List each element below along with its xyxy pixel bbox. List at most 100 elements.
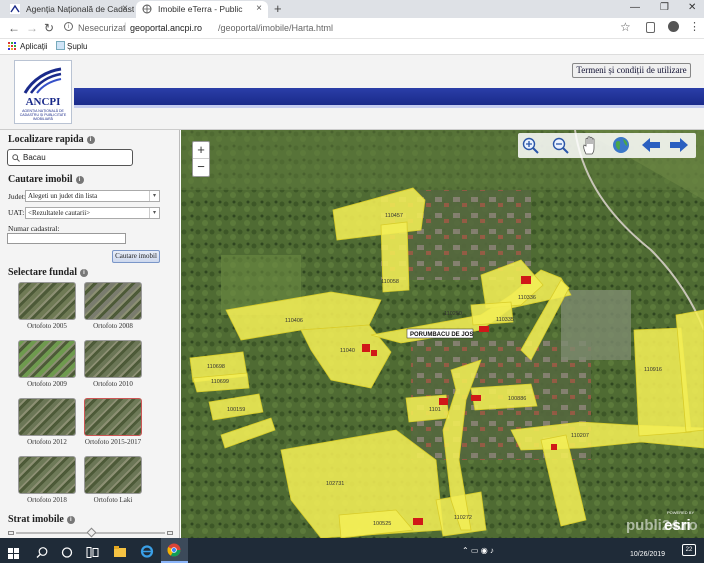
url-path: /geoportal/imobile/Harta.html bbox=[218, 23, 334, 33]
background-thumbnail[interactable] bbox=[84, 398, 142, 436]
terms-button[interactable]: Termeni și condiții de utilizare bbox=[572, 63, 691, 78]
bookmarks-bar: Aplicații Șuplu bbox=[0, 39, 704, 55]
site-header: ANCPI AGENȚIA NAȚIONALĂ DE CADASTRU ȘI P… bbox=[0, 55, 704, 130]
parcel-label-110336: 110336 bbox=[518, 295, 536, 301]
parcel-label-100525: 100525 bbox=[373, 521, 391, 527]
uat-select[interactable]: <Rezultatele cautarii> ▾ bbox=[25, 207, 160, 219]
parcel-label-1101: 1101 bbox=[429, 407, 441, 413]
windows-taskbar: ⌃ ▭ ◉ ♪ 10/26/2019 22 bbox=[0, 538, 704, 563]
next-extent-icon[interactable] bbox=[670, 138, 688, 152]
chevron-down-icon: ▾ bbox=[149, 191, 159, 201]
layer-heading: Strat imobile i bbox=[8, 514, 75, 525]
pan-hand-icon[interactable] bbox=[582, 136, 599, 155]
background-thumbnail[interactable] bbox=[18, 456, 76, 494]
ancpi-logo[interactable]: ANCPI AGENȚIA NAȚIONALĂ DE CADASTRU ȘI P… bbox=[14, 60, 72, 124]
map-view[interactable]: 110457 110058 110406 110250 110336 11033… bbox=[181, 130, 704, 538]
apps-grid-icon[interactable] bbox=[8, 42, 17, 51]
tab-ancpi[interactable]: Agenția Națională de Cadastru și × bbox=[4, 1, 134, 18]
parcel-label-110916: 110916 bbox=[644, 367, 662, 373]
address-bar[interactable]: i Nesecurizat | geoportal.ancpi.ro /geop… bbox=[64, 20, 638, 37]
layer-opacity-slider[interactable] bbox=[8, 527, 173, 538]
back-arrow-icon[interactable]: ← bbox=[8, 21, 20, 35]
cortana-icon[interactable] bbox=[61, 544, 73, 561]
parcel-label-110250: 110250 bbox=[444, 311, 462, 317]
tray-icons[interactable]: ⌃ ▭ ◉ ♪ bbox=[462, 546, 494, 555]
browser-tab-strip: Agenția Națională de Cadastru și × Imobi… bbox=[0, 0, 704, 18]
security-label: Nesecurizat bbox=[78, 23, 126, 33]
tab-title: Imobile eTerra - Public bbox=[158, 4, 243, 14]
notifications-badge[interactable]: 22 bbox=[682, 544, 696, 556]
task-view-icon[interactable] bbox=[86, 544, 99, 561]
new-tab-button[interactable]: + bbox=[274, 1, 282, 16]
zoom-out-tool-icon[interactable] bbox=[552, 137, 569, 154]
maximize-icon[interactable]: ❐ bbox=[660, 2, 669, 13]
zoom-out-button[interactable]: − bbox=[193, 159, 209, 176]
minimize-icon[interactable]: — bbox=[630, 2, 640, 13]
internet-explorer-icon[interactable] bbox=[140, 543, 154, 560]
logo-text: ANCPI bbox=[25, 96, 61, 108]
background-thumbnail[interactable] bbox=[18, 282, 76, 320]
extension-icon[interactable] bbox=[646, 22, 655, 33]
cadastral-number-input[interactable] bbox=[7, 233, 126, 244]
chrome-taskbar-button[interactable] bbox=[161, 538, 188, 563]
background-thumbnail[interactable] bbox=[84, 282, 142, 320]
full-extent-globe-icon[interactable] bbox=[612, 136, 630, 154]
background-heading: Selectare fundal i bbox=[8, 267, 88, 278]
globe-favicon-icon bbox=[142, 4, 152, 14]
judet-label: Judet: bbox=[8, 192, 26, 201]
section-title: Localizare rapida bbox=[8, 134, 84, 145]
zoom-in-button[interactable]: + bbox=[193, 142, 209, 159]
url-host: geoportal.ancpi.ro bbox=[130, 23, 203, 33]
tab-imobile-eterra[interactable]: Imobile eTerra - Public × bbox=[136, 1, 268, 18]
uat-value: <Rezultatele cautarii> bbox=[28, 209, 91, 217]
slider-thumb[interactable] bbox=[86, 527, 96, 538]
section-title: Selectare fundal bbox=[8, 267, 77, 278]
logo-subtext: AGENȚIA NAȚIONALĂ DE CADASTRU ȘI PUBLICI… bbox=[19, 109, 67, 121]
village-label: PORUMBACU DE JOS bbox=[410, 332, 473, 338]
previous-extent-icon[interactable] bbox=[642, 138, 660, 152]
search-property-heading: Cautare imobil i bbox=[8, 174, 84, 185]
parcel-label-110699: 110699 bbox=[211, 379, 229, 385]
close-window-icon[interactable]: ✕ bbox=[688, 2, 696, 13]
background-thumbnail-label: Ortofoto 2010 bbox=[93, 380, 133, 388]
background-thumbnail[interactable] bbox=[84, 340, 142, 378]
tab-title: Agenția Națională de Cadastru și bbox=[26, 4, 134, 14]
chevron-down-icon: ▾ bbox=[149, 208, 159, 218]
parcel-label-102731: 102731 bbox=[326, 481, 344, 487]
bookmark-suplu[interactable]: Șuplu bbox=[67, 42, 87, 51]
background-thumbnail-label: Ortofoto Laki bbox=[93, 496, 133, 504]
info-icon[interactable]: i bbox=[66, 515, 75, 524]
search-icon[interactable] bbox=[36, 544, 48, 561]
forward-arrow-icon[interactable]: → bbox=[26, 21, 38, 35]
zoom-in-tool-icon[interactable] bbox=[522, 137, 539, 154]
judet-select[interactable]: Alegeti un judet din lista ▾ bbox=[25, 190, 160, 202]
bookmark-star-icon[interactable]: ☆ bbox=[620, 20, 631, 34]
close-tab-icon[interactable]: × bbox=[122, 3, 128, 14]
watermark: publi24.ro bbox=[626, 517, 698, 534]
reload-icon[interactable]: ↻ bbox=[44, 21, 54, 35]
windows-start-icon[interactable] bbox=[8, 545, 19, 562]
file-explorer-icon[interactable] bbox=[113, 543, 127, 560]
info-icon[interactable]: i bbox=[79, 268, 88, 277]
ancpi-logo-mark-icon bbox=[23, 67, 62, 94]
parcel-label-110207: 110207 bbox=[571, 433, 589, 439]
profile-avatar-icon[interactable] bbox=[668, 21, 679, 32]
chrome-icon bbox=[167, 543, 181, 557]
background-thumbnail[interactable] bbox=[18, 398, 76, 436]
bookmark-apps[interactable]: Aplicații bbox=[20, 42, 48, 51]
powered-by-label: POWERED BY bbox=[667, 510, 694, 515]
parcel-label-11040: 11040 bbox=[340, 348, 355, 354]
orthophoto-map[interactable]: 110457 110058 110406 110250 110336 11033… bbox=[181, 130, 704, 538]
close-tab-icon[interactable]: × bbox=[256, 3, 262, 14]
sidebar: Localizare rapida i Bacau Cautare imobil i… bbox=[0, 130, 180, 538]
info-icon[interactable]: i bbox=[64, 22, 73, 31]
clock-date[interactable]: 10/26/2019 bbox=[630, 551, 665, 558]
quick-search-input[interactable]: Bacau bbox=[7, 149, 133, 166]
info-icon[interactable]: i bbox=[75, 175, 84, 184]
background-thumbnail[interactable] bbox=[84, 456, 142, 494]
search-property-button[interactable]: Cautare imobil bbox=[112, 250, 160, 263]
menu-kebab-icon[interactable]: ⋮ bbox=[689, 20, 700, 33]
background-thumbnail[interactable] bbox=[18, 340, 76, 378]
info-icon[interactable]: i bbox=[86, 135, 95, 144]
quick-locate-heading: Localizare rapida i bbox=[8, 134, 95, 145]
